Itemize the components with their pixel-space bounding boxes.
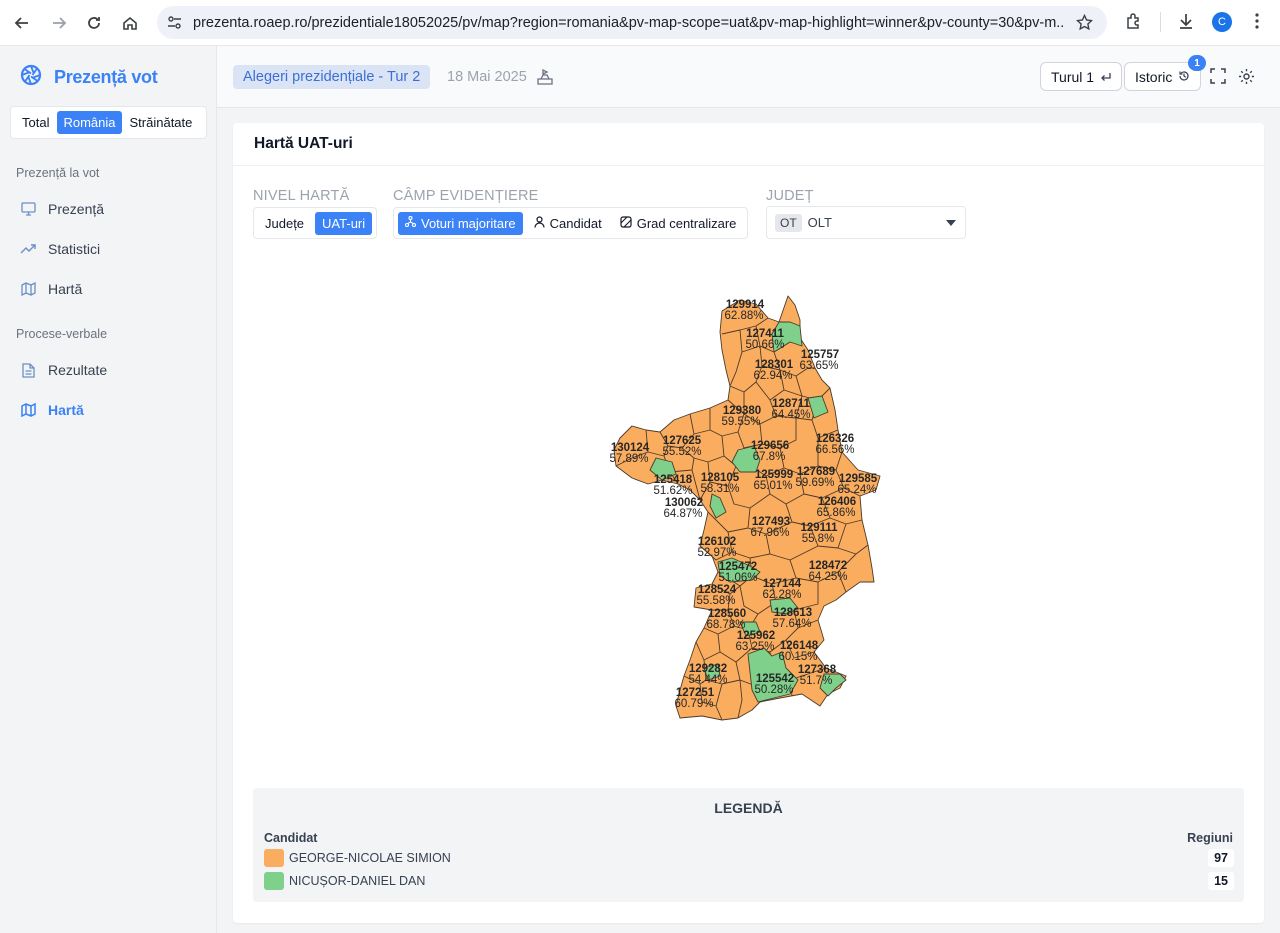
scope-tab-abroad[interactable]: Străinătate (124, 111, 199, 134)
aperture-icon (20, 64, 42, 91)
return-icon (1100, 69, 1111, 85)
uat-percent-label: 60.79% (674, 698, 713, 710)
page-header: Alegeri prezidențiale - Tur 2 18 Mai 202… (217, 46, 1280, 108)
uat-percent-label: 50.28% (754, 684, 793, 696)
uat-percent-label: 57.64% (772, 618, 811, 630)
map-card: Hartă UAT-uri NIVEL HARTĂ Județe UAT-uri… (233, 123, 1264, 923)
uat-percent-label: 60.15% (778, 651, 817, 663)
section-pv-title: Procese-verbale (16, 327, 108, 341)
fullscreen-icon[interactable] (1210, 68, 1226, 89)
download-icon[interactable] (1177, 12, 1195, 35)
election-date: 18 Mai 2025 (447, 69, 527, 85)
legend-swatch-dan (264, 872, 284, 890)
reload-icon[interactable] (82, 11, 106, 35)
extensions-icon[interactable] (1125, 12, 1143, 35)
browser-toolbar: prezenta.roaep.ro/prezidentiale18052025/… (0, 0, 1280, 46)
uat-percent-label: 65.24% (837, 484, 876, 496)
sidebar-item-label: Prezență (48, 201, 105, 217)
history-button-label: Istoric (1135, 68, 1173, 85)
toolbar-divider (1160, 12, 1161, 32)
legend-candidate-name: NICUȘOR-DANIEL DAN (289, 874, 426, 888)
uat-percent-label: 51.06% (718, 572, 757, 584)
uat-percent-label: 51.7% (800, 675, 833, 687)
scope-tab-total[interactable]: Total (16, 111, 55, 134)
uat-percent-label: 65.86% (816, 507, 855, 519)
sidebar-item-presence-map[interactable]: Hartă (20, 281, 82, 297)
brand-name: Prezență vot (54, 67, 158, 87)
uat-percent-label: 58.31% (700, 483, 739, 495)
uat-percent-label: 64.45% (771, 409, 810, 421)
legend-title: LEGENDĂ (714, 800, 783, 816)
uat-percent-label: 64.87% (663, 508, 702, 520)
legend-col-regions: Regiuni (1187, 831, 1233, 845)
legend-row: NICUȘOR-DANIEL DAN 15 (264, 871, 1234, 891)
legend-row: GEORGE-NICOLAE SIMION 97 (264, 848, 1234, 868)
sidebar-item-label: Statistici (48, 241, 101, 257)
map-icon (20, 402, 36, 418)
address-bar[interactable]: prezenta.roaep.ro/prezidentiale18052025/… (157, 6, 1107, 39)
ballot-box-icon[interactable] (536, 67, 554, 90)
uat-percent-label: 62.94% (753, 370, 792, 382)
profile-avatar[interactable]: C (1212, 12, 1232, 32)
forward-icon[interactable] (47, 11, 71, 35)
scope-selector: Total România Străinătate (10, 106, 207, 139)
map-icon (20, 281, 36, 297)
section-presence-title: Prezență la vot (16, 166, 100, 180)
uat-percent-label: 51.62% (653, 485, 692, 497)
site-settings-icon[interactable] (167, 15, 182, 35)
trend-up-icon (20, 241, 36, 257)
uat-percent-label: 65.01% (753, 480, 792, 492)
uat-percent-label: 67.8% (753, 451, 786, 463)
monitor-icon (20, 201, 36, 217)
uat-percent-label: 54.44% (688, 674, 727, 686)
sidebar-item-statistics[interactable]: Statistici (20, 241, 100, 257)
legend-swatch-simion (264, 849, 284, 867)
sidebar-item-label: Hartă (48, 402, 84, 418)
legend-region-count: 97 (1208, 849, 1234, 867)
browser-menu-icon[interactable] (1250, 12, 1264, 35)
uat-map[interactable]: 129914 62.88% 127411 50.66% 125757 63.65… (233, 123, 1264, 783)
brand[interactable]: Prezență vot (20, 64, 158, 91)
uat-percent-label: 59.69% (795, 477, 834, 489)
uat-percent-label: 63.65% (799, 360, 838, 372)
uat-percent-label: 64.25% (808, 571, 847, 583)
uat-percent-label: 67.96% (750, 527, 789, 539)
sidebar-item-results[interactable]: Rezultate (20, 362, 107, 378)
back-icon[interactable] (10, 11, 34, 35)
election-title[interactable]: Alegeri prezidențiale - Tur 2 (233, 65, 431, 89)
uat-percent-label: 50.66% (745, 339, 784, 351)
uat-percent-label: 59.55% (721, 416, 760, 428)
uat-percent-label: 63.25% (735, 641, 774, 653)
uat-percent-label: 57.89% (609, 453, 648, 465)
legend-candidate-name: GEORGE-NICOLAE SIMION (289, 851, 451, 865)
url-text: prezenta.roaep.ro/prezidentiale18052025/… (193, 14, 1063, 31)
gear-icon[interactable] (1238, 68, 1255, 90)
home-icon[interactable] (118, 11, 142, 35)
scope-tab-romania[interactable]: România (57, 111, 122, 134)
sidebar: Prezență vot Total România Străinătate P… (0, 46, 217, 933)
bookmark-star-icon[interactable] (1075, 13, 1094, 36)
history-count-badge: 1 (1188, 55, 1206, 71)
round-1-button[interactable]: Turul 1 (1040, 62, 1123, 91)
sidebar-item-label: Rezultate (48, 362, 108, 378)
legend-col-candidate: Candidat (264, 831, 318, 845)
uat-percent-label: 52.97% (697, 547, 736, 559)
document-icon (20, 362, 36, 378)
uat-percent-label: 55.8% (802, 533, 835, 545)
uat-percent-label: 55.58% (696, 595, 735, 607)
sidebar-item-label: Hartă (48, 281, 83, 297)
round-button-label: Turul 1 (1051, 68, 1095, 85)
sidebar-item-pv-map[interactable]: Hartă (20, 402, 84, 418)
sidebar-item-presence[interactable]: Prezență (20, 201, 104, 217)
map-legend: LEGENDĂ Candidat Regiuni GEORGE-NICOLAE … (253, 788, 1244, 902)
uat-percent-label: 62.28% (762, 589, 801, 601)
legend-region-count: 15 (1208, 872, 1234, 890)
history-icon (1178, 69, 1190, 85)
uat-percent-label: 62.88% (724, 310, 763, 322)
uat-percent-label: 66.56% (815, 444, 854, 456)
uat-percent-label: 55.52% (662, 446, 701, 458)
